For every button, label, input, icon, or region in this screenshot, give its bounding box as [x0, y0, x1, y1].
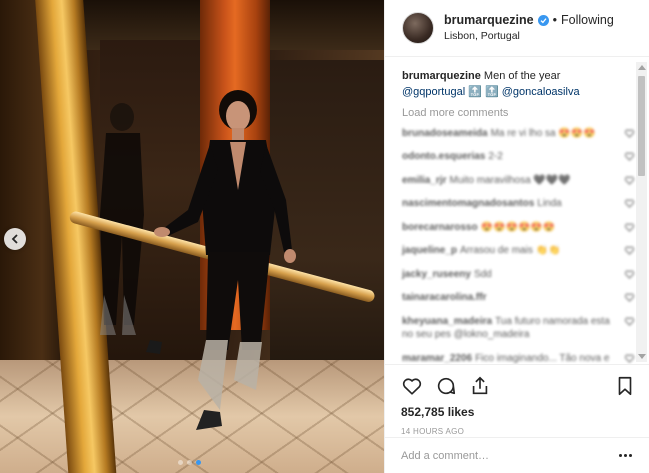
- comment-item: nascimentomagnadosantos Linda: [402, 197, 634, 211]
- carousel-prev-button[interactable]: [4, 228, 26, 250]
- comment-icon[interactable]: [435, 375, 457, 397]
- comment-text: Arrasou de mais 👏👏: [460, 245, 561, 257]
- heart-icon[interactable]: [625, 176, 634, 185]
- load-more-comments-button[interactable]: Load more comments: [402, 107, 634, 119]
- comment-username[interactable]: kheyuana_madeira: [402, 316, 492, 327]
- heart-icon[interactable]: [625, 199, 634, 209]
- verified-badge-icon: [537, 15, 549, 27]
- heart-icon[interactable]: [625, 152, 634, 162]
- heart-icon[interactable]: [625, 246, 634, 256]
- carousel-dot: [178, 460, 183, 465]
- comment-username[interactable]: jacky_ruseeny: [402, 269, 471, 280]
- caption-mention-goncalo[interactable]: @goncaloasilva: [502, 86, 580, 98]
- likes-count[interactable]: 852,785 likes: [401, 405, 636, 419]
- caption-emoji: 🔝 🔝: [468, 85, 499, 98]
- post-location[interactable]: Lisbon, Portugal: [444, 29, 614, 43]
- heart-icon[interactable]: [625, 223, 634, 232]
- comment-text: Muito maravilhosa 🖤🖤🖤: [449, 174, 571, 186]
- comments-scrollbar[interactable]: [636, 62, 647, 362]
- comment-username[interactable]: borecarnarosso: [402, 222, 478, 233]
- comment-item: emilia_rjr Muito maravilhosa 🖤🖤🖤: [402, 174, 634, 188]
- comment-text: Sdd: [473, 268, 492, 280]
- comment-input[interactable]: [401, 449, 616, 462]
- comments-section: brumarquezine Men of the year @gqportuga…: [385, 57, 649, 364]
- comment-item: kheyuana_madeira Tua futuro namorada esta…: [402, 315, 634, 342]
- more-options-icon[interactable]: [616, 451, 634, 461]
- scroll-down-icon[interactable]: [638, 354, 646, 359]
- comment-username[interactable]: emilia_rjr: [402, 175, 446, 186]
- comment-username[interactable]: tainaracarolina.ffr: [402, 292, 486, 303]
- bookmark-icon[interactable]: [614, 375, 636, 397]
- comment-item: brunadoseameida Ma re vi lho sa 😍😍😍: [402, 127, 634, 141]
- carousel-indicator: [178, 460, 201, 465]
- comment-text: 😍😍😍😍😍😍: [480, 221, 556, 233]
- heart-icon[interactable]: [625, 270, 634, 279]
- header-separator: •: [552, 13, 557, 28]
- chevron-left-icon: [11, 234, 18, 244]
- photo-person: [146, 90, 296, 430]
- comment-text: 2-2: [488, 151, 503, 163]
- post-side-panel: brumarquezine • Following Lisbon, Portug…: [384, 0, 649, 473]
- heart-icon[interactable]: [625, 129, 634, 138]
- add-comment-bar: [385, 437, 649, 473]
- comment-item: odonto.esquerias 2-2: [402, 150, 634, 164]
- comment-item: borecarnarosso 😍😍😍😍😍😍: [402, 221, 634, 235]
- post-caption: brumarquezine Men of the year @gqportuga…: [402, 69, 634, 101]
- caption-text: Men of the year: [483, 70, 561, 82]
- caption-username[interactable]: brumarquezine: [402, 70, 481, 82]
- heart-icon[interactable]: [401, 375, 423, 397]
- comment-item: jacky_ruseeny Sdd: [402, 268, 634, 282]
- share-icon[interactable]: [469, 375, 491, 397]
- scrollbar-thumb[interactable]: [638, 76, 645, 176]
- post-header: brumarquezine • Following Lisbon, Portug…: [385, 0, 649, 57]
- avatar[interactable]: [402, 12, 434, 44]
- heart-icon[interactable]: [625, 317, 634, 326]
- comment-username[interactable]: nascimentomagnadosantos: [402, 198, 534, 209]
- post-username[interactable]: brumarquezine: [444, 12, 534, 29]
- carousel-dot-active: [196, 460, 201, 465]
- following-button[interactable]: Following: [561, 12, 614, 29]
- comment-username[interactable]: odonto.esquerias: [402, 151, 485, 162]
- comment-list: brunadoseameida Ma re vi lho sa 😍😍😍 odont…: [402, 127, 634, 364]
- comment-item: jaqueline_p Arrasou de mais 👏👏: [402, 244, 634, 258]
- heart-icon[interactable]: [625, 354, 634, 363]
- comment-username[interactable]: brunadoseameida: [402, 128, 488, 139]
- comment-text: Ma re vi lho sa 😍😍😍: [490, 127, 596, 139]
- scroll-up-icon[interactable]: [638, 65, 646, 70]
- comment-username[interactable]: jaqueline_p: [402, 245, 457, 256]
- post-photo[interactable]: [0, 0, 384, 473]
- heart-icon[interactable]: [625, 293, 634, 303]
- post-timestamp[interactable]: 14 HOURS AGO: [401, 427, 636, 436]
- comment-item: maramar_2206 Fico imaginando... Tão nova …: [402, 352, 634, 364]
- comment-item: tainaracarolina.ffr: [402, 291, 634, 305]
- carousel-dot: [187, 460, 192, 465]
- comment-text: Linda: [537, 198, 562, 210]
- comment-username[interactable]: maramar_2206: [402, 353, 472, 364]
- caption-mention-gq[interactable]: @gqportugal: [402, 86, 465, 98]
